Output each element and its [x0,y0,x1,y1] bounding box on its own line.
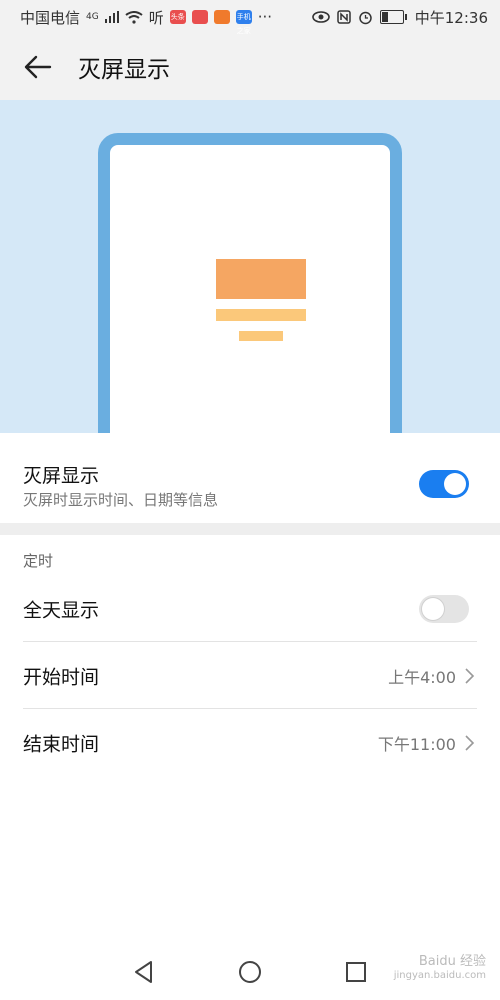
book-app-icon [191,10,208,24]
aod-title: 灭屏显示 [23,465,100,487]
news-app-icon: 头条 [169,10,186,24]
chevron-right-icon [465,667,475,684]
arrow-left-icon [24,55,52,79]
watermark-url: jingyan.baidu.com [393,970,486,981]
wifi-icon [125,10,143,24]
alarm-icon [359,11,372,24]
back-button[interactable] [20,49,56,85]
clock: 中午12:36 [414,8,488,27]
aod-subtitle: 灭屏时显示时间、日期等信息 [23,491,219,509]
clock-block-illustration [216,259,306,299]
status-bar: 中国电信 4G 听 头条 手机之家 ··· 中午12:36 [0,0,500,35]
date-line-illustration [216,309,306,321]
section-divider [0,523,500,535]
aod-setting-row[interactable]: 灭屏显示 灭屏时显示时间、日期等信息 [0,433,500,523]
all-day-row[interactable]: 全天显示 [0,575,500,642]
watermark-brand: Baidu 经验 [418,954,486,969]
end-time-label: 结束时间 [23,733,100,755]
battery-icon [379,10,407,24]
eye-comfort-icon [311,11,330,23]
aod-toggle-switch[interactable] [419,470,469,498]
phone-frame-illustration [98,133,402,433]
audio-app-label: 听 [148,8,164,27]
square-recents-icon[interactable] [343,959,369,985]
circle-home-icon[interactable] [237,959,263,985]
all-day-label: 全天显示 [23,599,100,621]
phone-home-app-icon: 手机之家 [235,10,252,35]
start-time-value: 上午4:00 [388,667,456,687]
triangle-back-icon[interactable] [131,959,157,985]
signal-icon [104,11,119,23]
more-notifications: ··· [257,8,273,26]
nfc-icon [337,10,351,24]
toggle-knob [444,473,466,495]
watermark: Baidu 经验 jingyan.baidu.com [394,955,486,983]
all-day-toggle-switch[interactable] [419,595,469,623]
timer-section-label: 定时 [23,552,54,570]
start-time-label: 开始时间 [23,666,100,688]
aod-illustration [0,100,500,433]
end-time-row[interactable]: 结束时间 下午11:00 [0,709,500,776]
carrier-label: 中国电信 [20,8,81,27]
page-title: 灭屏显示 [78,57,170,83]
info-line-illustration [239,331,283,341]
end-time-value: 下午11:00 [377,734,456,754]
app-header: 灭屏显示 [0,34,500,100]
chevron-right-icon [465,734,475,751]
video-app-icon [213,10,230,24]
start-time-row[interactable]: 开始时间 上午4:00 [0,642,500,709]
network-type: 4G [86,12,99,22]
toggle-knob [422,598,444,620]
